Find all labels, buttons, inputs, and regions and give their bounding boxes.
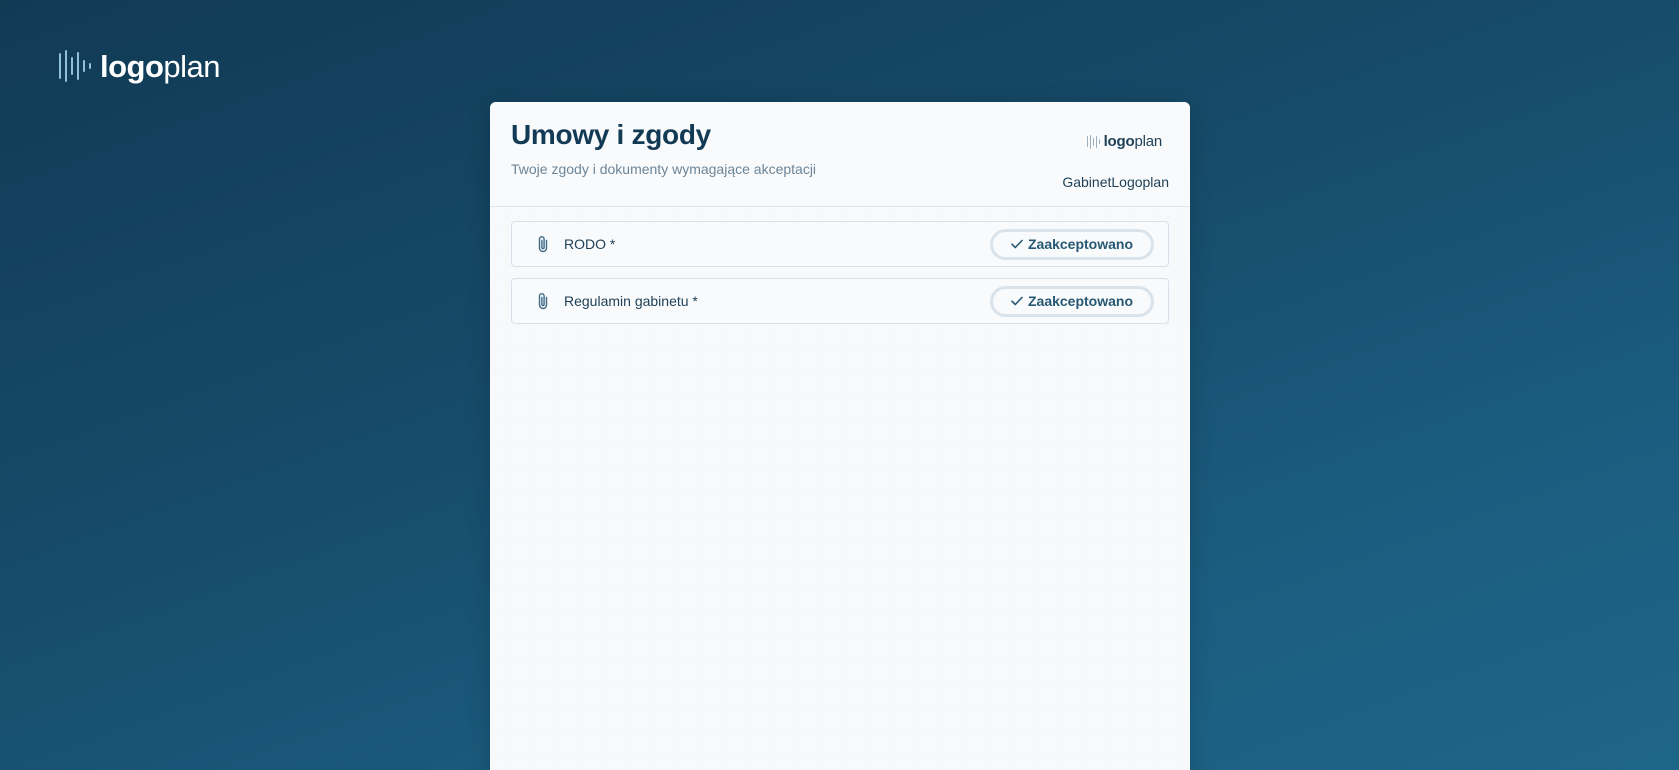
consent-label: Regulamin gabinetu *: [564, 293, 698, 309]
soundwave-icon: [1086, 134, 1100, 149]
header-logo: logoplan: [1086, 133, 1163, 150]
app-logo[interactable]: logoplan: [59, 48, 221, 84]
checkmark-icon: [1011, 239, 1023, 249]
header-brand-wordmark: logoplan: [1103, 133, 1163, 150]
organization-name: GabinetLogoplan: [1062, 174, 1169, 190]
consent-item-rodo[interactable]: RODO * Zaakceptowano: [511, 221, 1169, 267]
consents-card: Umowy i zgody Twoje zgody i dokumenty wy…: [490, 102, 1190, 770]
paperclip-icon: [534, 291, 552, 311]
page-title: Umowy i zgody: [511, 119, 711, 150]
consent-list: RODO * Zaakceptowano Regulamin gabinetu …: [490, 207, 1190, 324]
page-subtitle: Twoje zgody i dokumenty wymagające akcep…: [511, 161, 817, 177]
card-header: Umowy i zgody Twoje zgody i dokumenty wy…: [490, 102, 1190, 207]
consent-label: RODO *: [564, 236, 616, 252]
accepted-status-button[interactable]: Zaakceptowano: [990, 285, 1154, 317]
status-label: Zaakceptowano: [1027, 236, 1134, 252]
accepted-status-button[interactable]: Zaakceptowano: [990, 228, 1154, 260]
status-label: Zaakceptowano: [1027, 293, 1134, 309]
checkmark-icon: [1011, 296, 1023, 306]
brand-wordmark: logoplan: [100, 48, 221, 84]
consent-item-regulamin[interactable]: Regulamin gabinetu * Zaakceptowano: [511, 278, 1169, 324]
soundwave-icon: [59, 50, 91, 82]
paperclip-icon: [534, 234, 552, 254]
